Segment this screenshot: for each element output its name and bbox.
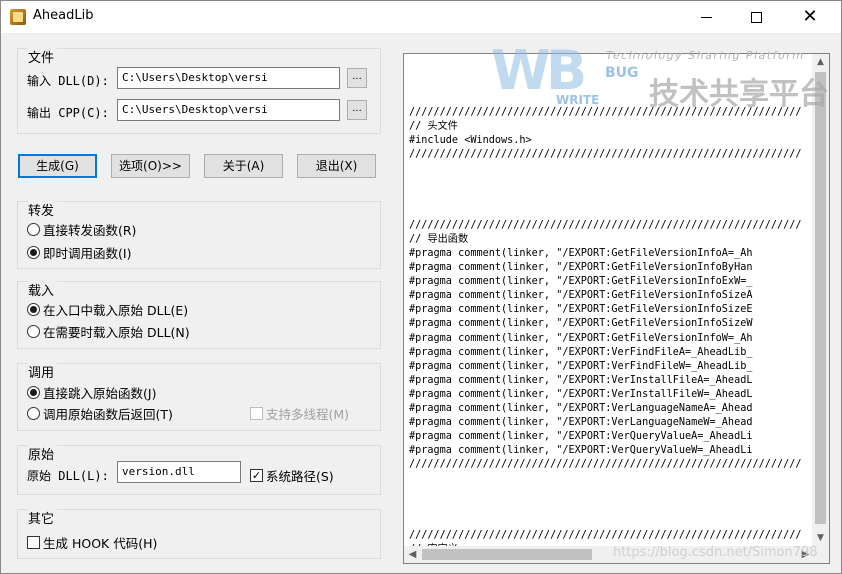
file-group: 文件 <box>17 47 381 134</box>
call-return-radio[interactable] <box>27 407 40 420</box>
watermark-url: https://blog.csdn.net/Simon798 <box>613 545 818 560</box>
about-button[interactable]: 关于(A) <box>204 154 283 178</box>
watermark-logo-w: W <box>491 39 551 102</box>
load-at-entry-label: 在入口中载入原始 DLL(E) <box>43 303 189 318</box>
code-editor[interactable]: ////////////////////////////////////////… <box>403 53 830 564</box>
code-line: #pragma comment(linker, "/EXPORT:GetFile… <box>409 290 753 302</box>
scroll-left-icon[interactable]: ◀ <box>404 546 421 563</box>
output-browse-button[interactable]: ... <box>347 100 367 120</box>
code-line: ////////////////////////////////////////… <box>409 459 802 471</box>
code-line: #pragma comment(linker, "/EXPORT:GetFile… <box>409 276 753 288</box>
vertical-scroll-thumb[interactable] <box>815 72 826 524</box>
code-line: #pragma comment(linker, "/EXPORT:VerFind… <box>409 346 753 358</box>
close-button[interactable]: ✕ <box>787 1 833 33</box>
code-line: #pragma comment(linker, "/EXPORT:VerQuer… <box>409 431 753 443</box>
output-cpp-label: 输出 CPP(C): <box>27 106 109 120</box>
load-at-entry-radio[interactable] <box>27 303 40 316</box>
multithread-option[interactable]: 支持多线程(M) <box>250 404 349 423</box>
multithread-checkbox[interactable] <box>250 407 263 420</box>
window-title: AheadLib <box>33 8 94 23</box>
code-line: ////////////////////////////////////////… <box>409 529 802 541</box>
call-group-title: 调用 <box>28 362 58 381</box>
file-group-title: 文件 <box>28 47 58 66</box>
code-line: #pragma comment(linker, "/EXPORT:VerQuer… <box>409 445 753 457</box>
watermark-bug: BUG <box>605 65 639 81</box>
load-on-demand-option[interactable]: 在需要时载入原始 DLL(N) <box>27 322 190 341</box>
options-button[interactable]: 选项(O)>> <box>111 154 190 178</box>
vertical-scrollbar[interactable]: ▲ ▼ <box>812 54 829 547</box>
exit-button[interactable]: 退出(X) <box>297 154 376 178</box>
call-return-option[interactable]: 调用原始函数后返回(T) <box>27 404 173 423</box>
generate-button[interactable]: 生成(G) <box>18 154 97 178</box>
title-bar: AheadLib ✕ <box>1 1 841 33</box>
input-dll-label: 输入 DLL(D): <box>27 74 109 88</box>
code-line: #pragma comment(linker, "/EXPORT:GetFile… <box>409 304 753 316</box>
hook-code-label: 生成 HOOK 代码(H) <box>43 536 158 551</box>
system-path-option[interactable]: ✓ 系统路径(S) <box>250 466 334 485</box>
direct-forward-option[interactable]: 直接转发函数(R) <box>27 220 136 239</box>
code-line: #pragma comment(linker, "/EXPORT:GetFile… <box>409 262 753 274</box>
hook-code-checkbox[interactable] <box>27 536 40 549</box>
load-on-demand-radio[interactable] <box>27 325 40 338</box>
input-dll-field[interactable]: C:\Users\Desktop\versi <box>117 67 340 89</box>
code-line: #pragma comment(linker, "/EXPORT:GetFile… <box>409 247 753 259</box>
code-line: #pragma comment(linker, "/EXPORT:GetFile… <box>409 318 753 330</box>
output-cpp-field[interactable]: C:\Users\Desktop\versi <box>117 99 340 121</box>
original-dll-label: 原始 DLL(L): <box>27 469 109 483</box>
app-icon <box>10 9 26 25</box>
system-path-label: 系统路径(S) <box>266 469 334 484</box>
original-group-title: 原始 <box>28 444 58 463</box>
code-line: // 导出函数 <box>409 233 469 245</box>
load-group-title: 载入 <box>28 280 58 299</box>
horizontal-scroll-thumb[interactable] <box>422 549 592 560</box>
maximize-button[interactable] <box>733 1 779 33</box>
code-line: ////////////////////////////////////////… <box>409 219 802 231</box>
close-icon: ✕ <box>802 6 818 27</box>
watermark-write: WRITE <box>556 93 600 107</box>
direct-forward-radio[interactable] <box>27 223 40 236</box>
code-view[interactable]: ////////////////////////////////////////… <box>409 106 804 563</box>
other-group-title: 其它 <box>28 508 58 527</box>
load-on-demand-label: 在需要时载入原始 DLL(N) <box>43 325 190 340</box>
code-line: #pragma comment(linker, "/EXPORT:VerInst… <box>409 374 753 386</box>
code-line: #pragma comment(linker, "/EXPORT:GetFile… <box>409 332 753 344</box>
call-return-label: 调用原始函数后返回(T) <box>43 407 173 422</box>
multithread-label: 支持多线程(M) <box>266 407 350 422</box>
maximize-icon <box>750 11 762 23</box>
code-line: ////////////////////////////////////////… <box>409 149 802 161</box>
hook-code-option[interactable]: 生成 HOOK 代码(H) <box>27 533 157 552</box>
watermark-cn-text: 技术共享平台 <box>649 77 829 112</box>
system-path-checkbox[interactable]: ✓ <box>250 469 263 482</box>
input-browse-button[interactable]: ... <box>347 68 367 88</box>
immediate-call-option[interactable]: 即时调用函数(I) <box>27 243 131 262</box>
code-line: #pragma comment(linker, "/EXPORT:VerFind… <box>409 360 753 372</box>
load-at-entry-option[interactable]: 在入口中载入原始 DLL(E) <box>27 300 188 319</box>
jump-original-label: 直接跳入原始函数(J) <box>43 386 157 401</box>
watermark-tagline: Technology Sharing Platform <box>606 49 805 62</box>
immediate-call-label: 即时调用函数(I) <box>43 246 132 261</box>
forward-group-title: 转发 <box>28 200 58 219</box>
code-line: #pragma comment(linker, "/EXPORT:VerLang… <box>409 402 753 414</box>
minimize-icon <box>700 16 712 18</box>
jump-original-option[interactable]: 直接跳入原始函数(J) <box>27 383 156 402</box>
code-line: #pragma comment(linker, "/EXPORT:VerInst… <box>409 388 753 400</box>
code-line: // 头文件 <box>409 121 458 133</box>
original-dll-field[interactable]: version.dll <box>117 461 241 483</box>
direct-forward-label: 直接转发函数(R) <box>43 223 137 238</box>
minimize-button[interactable] <box>683 1 729 33</box>
aheadlib-window: AheadLib ✕ 文件 输入 DLL(D): C:\Users\Deskto… <box>0 0 842 574</box>
code-line: #pragma comment(linker, "/EXPORT:VerLang… <box>409 417 753 429</box>
immediate-call-radio[interactable] <box>27 246 40 259</box>
code-line: #include <Windows.h> <box>409 135 532 147</box>
jump-original-radio[interactable] <box>27 386 40 399</box>
